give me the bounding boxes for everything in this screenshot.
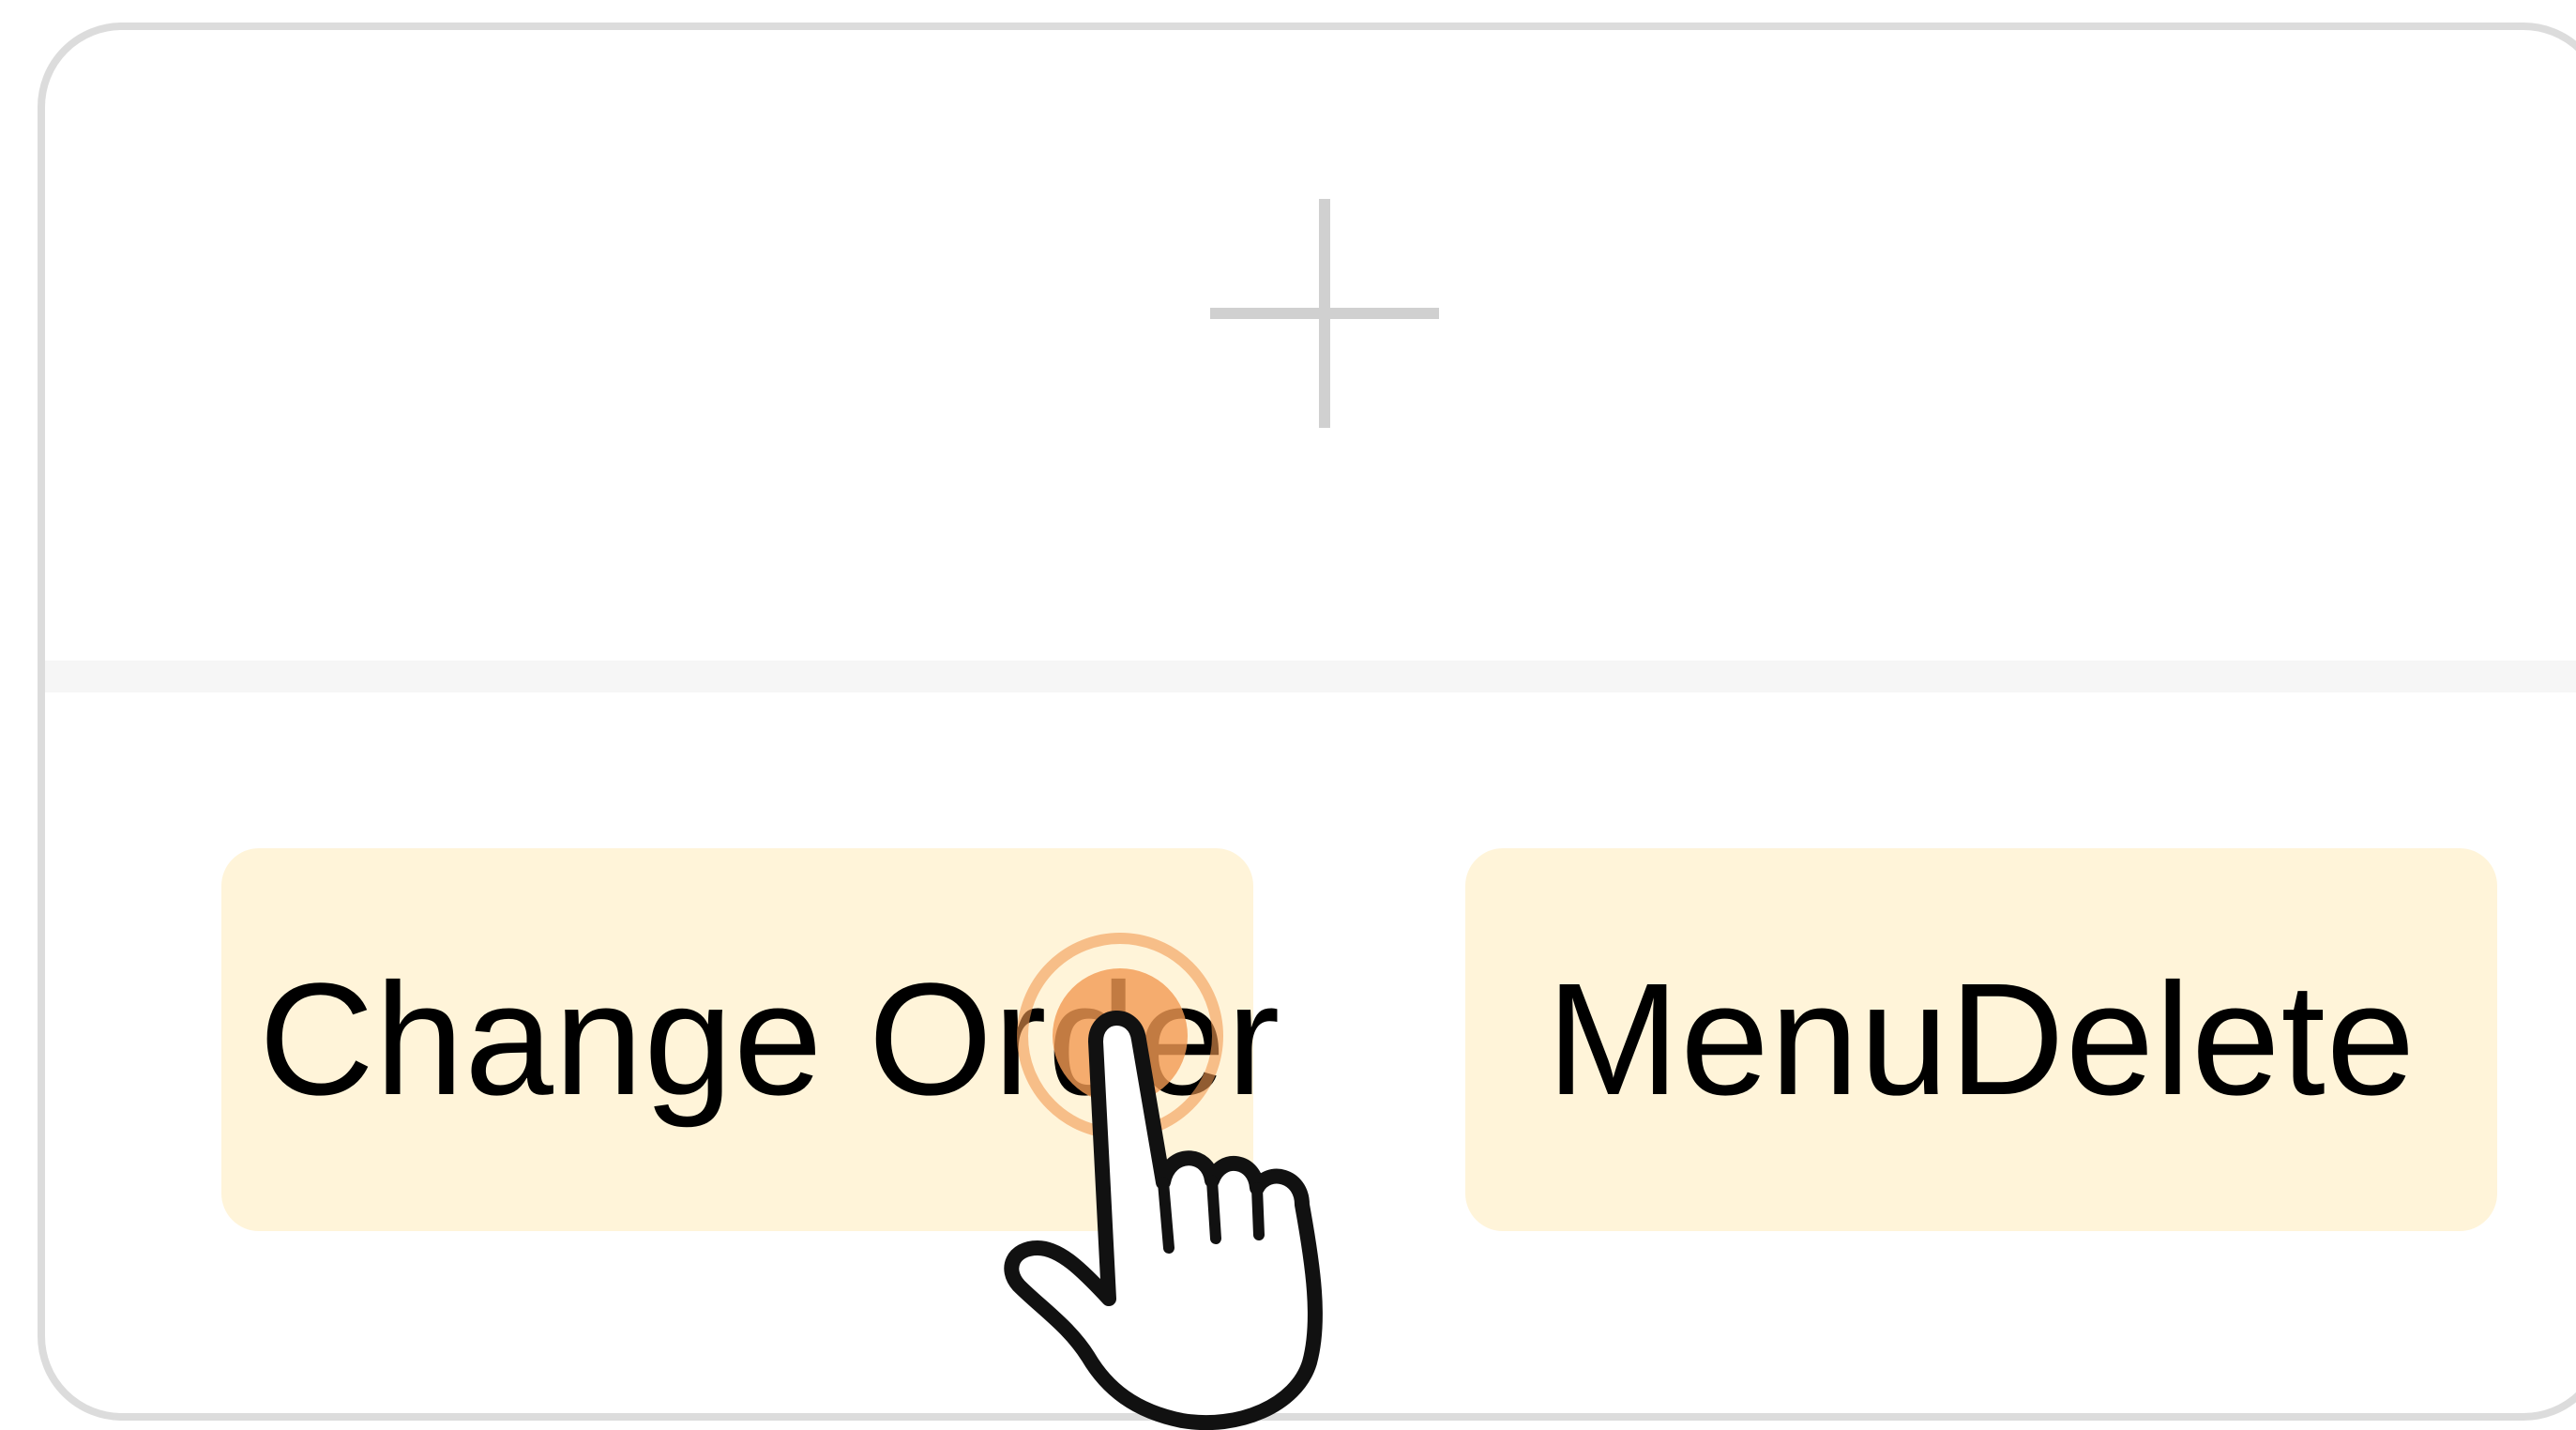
menu-item-card: Change Order MenuDelete <box>38 23 2576 1421</box>
plus-icon <box>1210 199 1439 428</box>
divider <box>45 661 2576 692</box>
menu-delete-label: MenuDelete <box>1546 951 2417 1129</box>
change-order-button[interactable]: Change Order <box>221 848 1280 1231</box>
screen: Change Order MenuDelete <box>0 0 2576 1430</box>
change-order-label: Change Order <box>259 951 1281 1129</box>
add-image-area[interactable] <box>45 30 2576 661</box>
menu-delete-button[interactable]: MenuDelete <box>1465 848 2497 1231</box>
